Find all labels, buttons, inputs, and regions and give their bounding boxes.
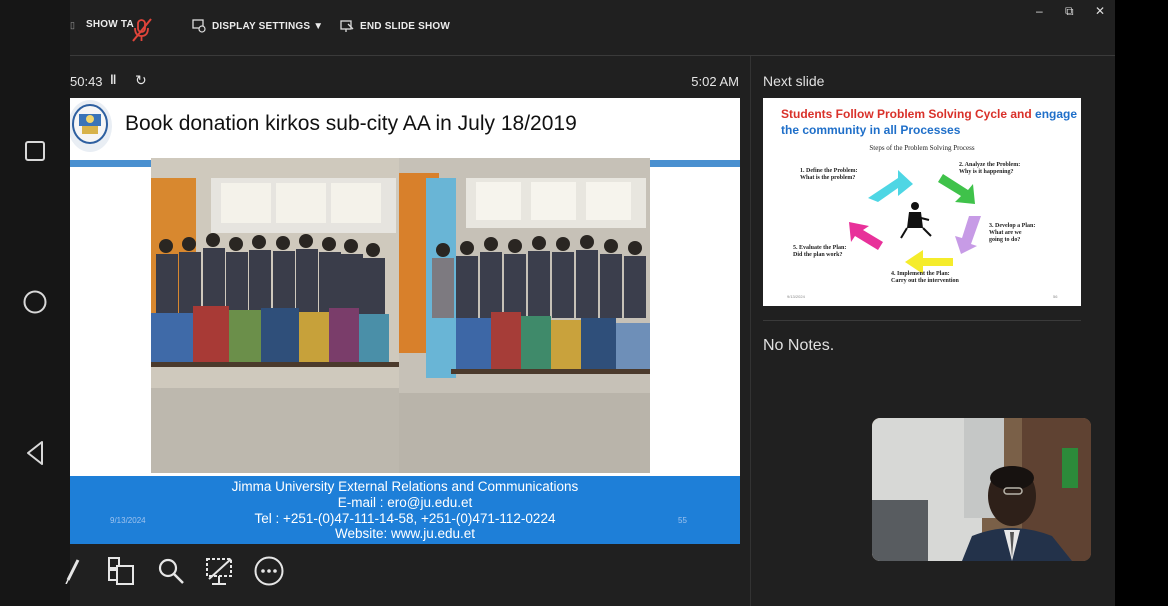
elapsed-time: 50:43: [70, 74, 103, 89]
home-button[interactable]: [16, 283, 54, 321]
end-slide-show-button[interactable]: END SLIDE SHOW: [340, 19, 450, 33]
step-4-text: 4. Implement the Plan: Carry out the inte…: [891, 271, 959, 284]
step-3-text: 3. Develop a Plan: What are we going to do…: [989, 223, 1036, 243]
pen-icon: [65, 559, 80, 584]
restart-timer-icon[interactable]: ↻: [135, 72, 147, 89]
next-slide-title-red: Students Follow Problem Solving Cycle an…: [781, 107, 1032, 121]
student-figure-icon: [900, 202, 932, 239]
next-slide-label: Next slide: [763, 73, 825, 89]
next-slide-subtitle: Steps of the Problem Solving Process: [869, 144, 975, 152]
webcam-preview: [872, 418, 1091, 561]
more-options-button[interactable]: [252, 553, 286, 589]
end-show-label: END SLIDE SHOW: [360, 20, 451, 32]
presenter-toolbar: ▯ SHOW TA DISPLAY SETTINGS ▼ END SLIDE S…: [70, 0, 1115, 56]
back-button[interactable]: [16, 434, 54, 472]
slide-number: 55: [678, 516, 687, 525]
right-black-strip: [1115, 0, 1168, 606]
ellipsis-icon: [254, 556, 284, 586]
footer-tel: Tel : +251-(0)47-111-14-58, +251-(0)471-…: [254, 511, 556, 526]
next-slide-title: Students Follow Problem Solving Cycle an…: [781, 106, 1081, 138]
footer-email: E-mail : ero@ju.edu.et: [337, 495, 473, 510]
slide-date: 9/13/2024: [110, 516, 146, 525]
pane-divider: [750, 56, 751, 606]
show-taskbar-button[interactable]: SHOW TA: [86, 19, 134, 30]
current-slide[interactable]: Book donation kirkos sub-city AA in July…: [70, 98, 740, 544]
show-taskbar-label: SHOW TA: [86, 19, 134, 30]
restore-button[interactable]: ⧉: [1065, 4, 1074, 19]
mic-off-icon[interactable]: [130, 17, 154, 48]
next-slide-title-blue-1: engage: [1035, 107, 1078, 121]
display-settings-icon: [192, 19, 206, 33]
slides-grid-icon: [108, 557, 134, 585]
square-icon: [25, 141, 45, 161]
display-settings-label: DISPLAY SETTINGS ▼: [212, 20, 324, 32]
footer-website: Website: www.ju.edu.et: [334, 526, 476, 541]
display-settings-button[interactable]: DISPLAY SETTINGS ▼: [192, 19, 323, 33]
pen-tool-button[interactable]: [62, 553, 82, 589]
taskbar-fragment-icon: ▯: [70, 20, 75, 30]
pause-timer-icon[interactable]: ‖: [110, 72, 116, 87]
problem-solving-cycle-diagram: [849, 170, 981, 274]
zoom-button[interactable]: [154, 553, 188, 589]
donation-photos: [151, 158, 650, 473]
step-2-text: 2. Analyze the Problem: Why is it happeni…: [959, 162, 1021, 175]
black-screen-button[interactable]: [203, 553, 237, 589]
close-button[interactable]: ✕: [1095, 4, 1105, 18]
timer-row: 50:43 ‖ ↻ 5:02 AM: [70, 72, 745, 92]
minimize-button[interactable]: –: [1036, 4, 1043, 18]
see-all-slides-button[interactable]: [104, 553, 138, 589]
black-screen-icon: [206, 558, 232, 585]
next-slide-date: 9/13/2024: [787, 294, 805, 299]
university-logo: [70, 100, 112, 152]
speaker-notes: No Notes.: [763, 337, 835, 354]
notes-divider: [763, 320, 1081, 321]
circle-icon: [23, 290, 47, 314]
slide-footer-band: Jimma University External Relations and …: [70, 476, 740, 544]
next-slide-preview[interactable]: Students Follow Problem Solving Cycle an…: [763, 98, 1081, 306]
clock: 5:02 AM: [691, 74, 739, 89]
slide-title: Book donation kirkos sub-city AA in July…: [125, 112, 577, 135]
footer-org: Jimma University External Relations and …: [231, 479, 579, 494]
step-5-text: 5. Evaluate the Plan: Did the plan work?: [793, 245, 847, 258]
recents-button[interactable]: [16, 132, 54, 170]
magnifier-icon: [158, 558, 184, 584]
android-nav-bar: [0, 0, 70, 606]
next-slide-number: 56: [1053, 294, 1058, 299]
step-1-text: 1. Define the Problem: What is the proble…: [800, 168, 858, 181]
next-slide-title-blue-2: the community in all Processes: [781, 123, 961, 137]
back-triangle-icon: [27, 441, 43, 465]
end-show-icon: [340, 20, 354, 32]
